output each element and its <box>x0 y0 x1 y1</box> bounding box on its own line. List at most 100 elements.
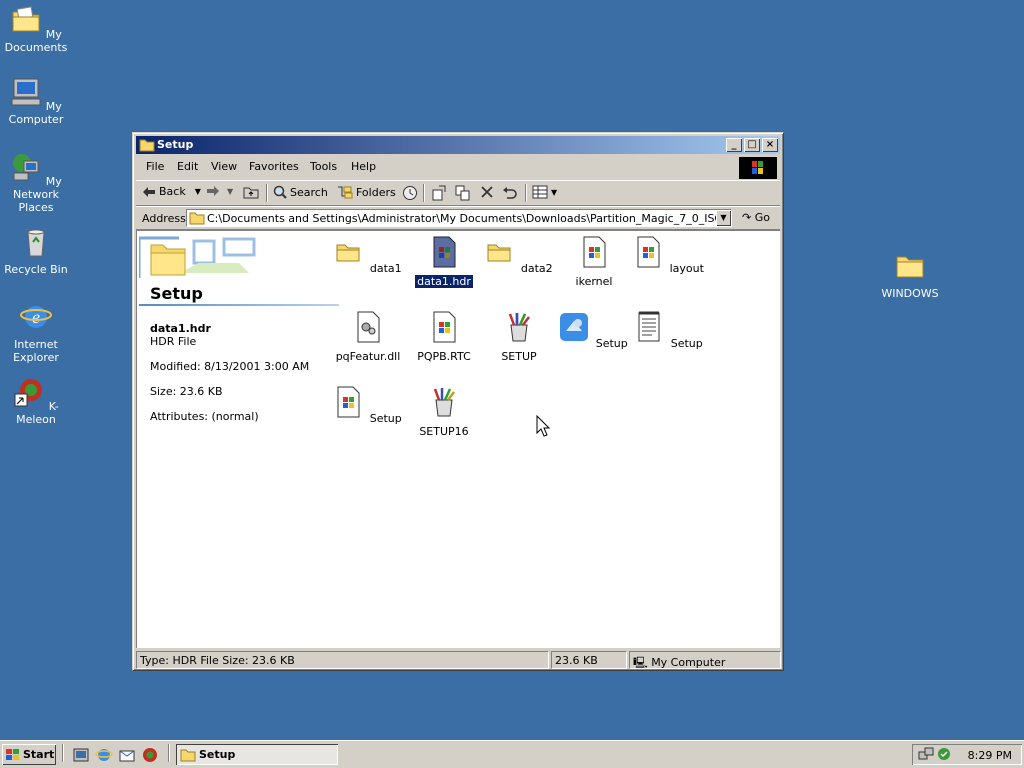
file-label: Setup <box>595 337 628 350</box>
selected-file-size: Size: 23.6 KB <box>150 385 223 398</box>
file-label: data1 <box>369 262 402 275</box>
file-item-setup16[interactable]: SETUP16 <box>407 386 481 438</box>
file-item-setup-program[interactable]: SETUP <box>482 311 556 363</box>
history-icon <box>403 186 417 200</box>
go-label: Go <box>754 211 770 224</box>
content-area: Setup data1.hdr HDR File Modified: 8/13/… <box>136 230 780 648</box>
file-item-setup-file[interactable]: Setup <box>331 386 405 425</box>
file-label: Setup <box>670 337 703 350</box>
setup-program-icon <box>508 313 530 342</box>
taskbar-separator <box>62 744 64 762</box>
taskbar-button-setup[interactable]: Setup <box>176 744 338 765</box>
search-label: Search <box>290 185 328 199</box>
show-desktop-icon[interactable] <box>72 746 90 764</box>
file-label: layout <box>669 262 704 275</box>
toolbar-separator <box>266 184 268 202</box>
file-item-data1-hdr[interactable]: data1.hdr <box>407 236 481 289</box>
chevron-down-icon: ▼ <box>551 187 558 197</box>
file-item-ikernel[interactable]: ikernel <box>557 236 631 288</box>
start-button[interactable]: Start <box>2 744 56 765</box>
go-button[interactable]: ↷ Go <box>742 211 770 224</box>
toolbar: Back ▼ ▼ Search Folders ▼ <box>136 180 780 206</box>
status-bar: Type: HDR File Size: 23.6 KB 23.6 KB 🖳 M… <box>136 651 781 669</box>
windows-logo <box>739 157 777 179</box>
close-button[interactable]: × <box>762 138 778 152</box>
desktop-icon-my-network-places[interactable]: My Network Places <box>0 151 74 214</box>
system-file-icon <box>637 236 660 268</box>
desktop-icon-my-computer[interactable]: My Computer <box>0 76 74 126</box>
undo-icon <box>503 187 517 199</box>
task-label: Setup <box>199 748 236 761</box>
minimize-button[interactable]: _ <box>726 138 742 152</box>
up-folder-button[interactable] <box>243 185 259 199</box>
address-input[interactable]: C:\Documents and Settings\Administrator\… <box>186 209 732 227</box>
selected-file-attributes: Attributes: (normal) <box>150 410 259 423</box>
chevron-down-icon: ▼ <box>227 186 234 196</box>
copy-to-button[interactable] <box>455 185 471 201</box>
file-item-setup-document[interactable]: Setup <box>632 311 706 350</box>
network-icon[interactable] <box>918 746 934 762</box>
menu-file[interactable]: File <box>146 160 164 173</box>
hdr-file-icon <box>433 236 456 268</box>
desktop-icon-internet-explorer[interactable]: e Internet Explorer <box>0 301 74 364</box>
folder-icon <box>336 244 360 262</box>
folders-icon <box>338 186 353 199</box>
network-places-icon <box>13 154 39 181</box>
move-to-icon <box>432 185 446 201</box>
k-meleon-icon <box>14 379 43 407</box>
outlook-express-icon[interactable] <box>118 746 136 764</box>
delete-icon <box>481 186 493 198</box>
computer-icon: 🖳 <box>633 656 648 669</box>
folder-icon <box>189 212 205 225</box>
desktop-icon-my-documents[interactable]: My Documents <box>0 4 74 54</box>
search-icon <box>273 185 287 199</box>
undo-button[interactable] <box>502 185 518 199</box>
back-button[interactable]: Back ▼ <box>142 185 201 198</box>
forward-arrow-icon <box>207 186 219 196</box>
move-to-button[interactable] <box>431 185 447 201</box>
desktop-icon-windows[interactable]: WINDOWS <box>872 250 948 300</box>
folders-button[interactable]: Folders <box>337 185 396 199</box>
setup-program-icon <box>433 388 455 417</box>
file-item-layout[interactable]: layout <box>632 236 706 275</box>
text-document-icon <box>638 311 660 342</box>
menu-favorites[interactable]: Favorites <box>249 160 299 173</box>
menu-tools[interactable]: Tools <box>310 160 337 173</box>
desktop-icon-k-meleon[interactable]: K-Meleon <box>0 376 74 426</box>
address-bar: Address C:\Documents and Settings\Admini… <box>136 206 780 230</box>
security-icon[interactable] <box>936 746 952 762</box>
file-label: data1.hdr <box>414 274 474 289</box>
desktop-icon-label: WINDOWS <box>881 287 939 300</box>
taskbar: Start Setup 8:29 PM <box>0 740 1024 768</box>
file-item-pqpb-rtc[interactable]: PQPB.RTC <box>407 311 481 363</box>
details-pane: Setup data1.hdr HDR File Modified: 8/13/… <box>137 231 342 648</box>
recycle-bin-icon <box>27 229 45 257</box>
file-item-pqfeatur-dll[interactable]: pqFeatur.dll <box>331 311 405 363</box>
status-size: 23.6 KB <box>551 651 627 669</box>
views-button[interactable]: ▼ <box>532 185 557 199</box>
file-item-setup-installer[interactable]: Setup <box>557 311 631 350</box>
maximize-button[interactable]: □ <box>744 138 760 152</box>
file-label: pqFeatur.dll <box>335 350 401 363</box>
desktop-icon-recycle-bin[interactable]: Recycle Bin <box>0 226 74 276</box>
system-file-icon <box>583 236 606 268</box>
file-item-data2[interactable]: data2 <box>482 236 556 275</box>
search-button[interactable]: Search <box>273 185 328 199</box>
forward-button[interactable]: ▼ <box>206 185 233 197</box>
menu-edit[interactable]: Edit <box>177 160 198 173</box>
folder-documents-icon <box>12 6 40 32</box>
k-meleon-icon[interactable] <box>141 746 159 764</box>
file-item-data1[interactable]: data1 <box>331 236 405 275</box>
mouse-cursor-icon <box>536 415 550 437</box>
menu-help[interactable]: Help <box>351 160 376 173</box>
internet-explorer-icon[interactable] <box>95 746 113 764</box>
delete-button[interactable] <box>480 185 494 199</box>
copy-to-icon <box>455 185 470 201</box>
chevron-down-icon: ▼ <box>194 187 201 196</box>
history-button[interactable] <box>402 185 418 201</box>
menu-view[interactable]: View <box>211 160 237 173</box>
status-zone-label: My Computer <box>651 656 726 669</box>
selected-file-name: data1.hdr <box>150 322 211 335</box>
address-dropdown-button[interactable]: ▼ <box>716 210 731 226</box>
title-bar[interactable]: Setup _ □ × <box>136 136 780 154</box>
